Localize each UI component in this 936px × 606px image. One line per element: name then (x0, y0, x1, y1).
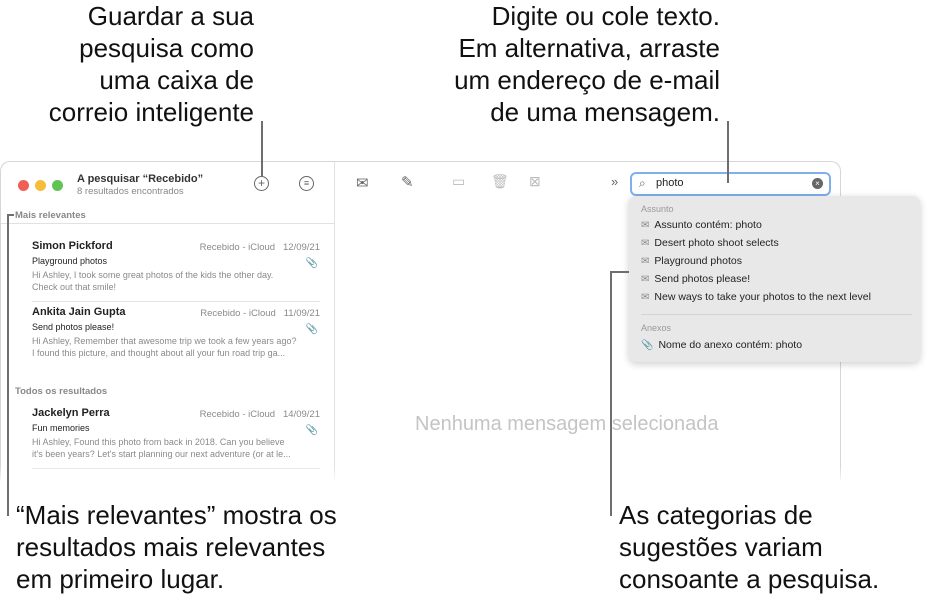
date: 14/09/21 (283, 409, 320, 420)
mailbox: Recebido - iCloud (199, 242, 276, 253)
trash-icon[interactable]: 🗑 (491, 173, 509, 190)
envelope-icon: ✉ (641, 292, 650, 303)
subject: Playground photos (32, 256, 108, 266)
section-top-hits: Mais relevantes (15, 210, 86, 221)
leader-line (610, 271, 629, 273)
suggestion-label: Send photos please! (654, 273, 751, 285)
callout-line: As categorias de (619, 500, 813, 530)
leader-line (7, 214, 14, 216)
suggestion-label: New ways to take your photos to the next… (654, 291, 871, 303)
preview: Hi Ashley, Found this photo from back in… (32, 436, 320, 460)
envelope-icon: ✉ (641, 274, 650, 285)
message-meta: Recebido - iCloud 11/09/21 (200, 308, 320, 319)
section-all-results: Todos os resultados (15, 386, 108, 397)
search-input[interactable]: photo (656, 177, 684, 189)
mailbox: Recebido - iCloud (199, 409, 276, 420)
message-row[interactable]: Simon Pickford Recebido - iCloud 12/09/2… (32, 240, 320, 302)
suggestion-item[interactable]: 📎 Nome do anexo contém: photo (641, 339, 802, 351)
save-smart-mailbox-icon[interactable]: + (254, 176, 269, 191)
message-meta: Recebido - iCloud 12/09/21 (200, 242, 320, 253)
preview-line: it's been years? Let's start planning ou… (32, 449, 291, 459)
search-suggestions-dropdown: Assunto ✉ Assunto contém: photo ✉ Desert p… (629, 196, 920, 362)
suggestion-label: Desert photo shoot selects (654, 237, 779, 249)
callout-top-hits: “Mais relevantes” mostra os resultados m… (16, 499, 337, 595)
results-count: 8 resultados encontrados (77, 186, 184, 197)
preview-line: Check out that smile! (32, 282, 117, 292)
preview-line: Hi Ashley, Found this photo from back in… (32, 437, 285, 447)
no-message-selected: Nenhuma mensagem selecionada (415, 413, 719, 435)
subject: Fun memories (32, 423, 90, 433)
paperclip-icon: 📎 (641, 340, 654, 351)
suggestion-item[interactable]: ✉ Assunto contém: photo (641, 219, 762, 231)
message-row[interactable]: Jackelyn Perra Recebido - iCloud 14/09/2… (32, 407, 320, 469)
zoom-button[interactable] (52, 180, 63, 191)
divider (32, 301, 320, 302)
callout-line: “Mais relevantes” mostra os (16, 500, 337, 530)
leader-line (261, 121, 263, 176)
leader-line (610, 271, 612, 516)
search-icon: ⌕ (639, 176, 646, 190)
minimize-button[interactable] (35, 180, 46, 191)
date: 12/09/21 (283, 242, 320, 253)
window-title: A pesquisar “Recebido” (77, 173, 204, 185)
callout-type-text: Digite ou cole texto. Em alternativa, ar… (454, 0, 720, 128)
compose-icon[interactable]: ✎ (401, 173, 414, 191)
preview: Hi Ashley, Remember that awesome trip we… (32, 335, 320, 359)
suggestion-label: Assunto contém: photo (654, 219, 762, 231)
callout-categories: As categorias de sugestões variam consoa… (619, 499, 879, 595)
suggestion-label: Playground photos (654, 255, 742, 267)
callout-line: consoante a pesquisa. (619, 564, 880, 594)
divider (641, 314, 912, 315)
archive-icon[interactable]: ▭ (452, 173, 465, 190)
callout-line: pesquisa como (79, 33, 254, 63)
mailbox: Recebido - iCloud (200, 308, 276, 319)
envelope-icon: ✉ (641, 238, 650, 249)
callout-save-search: Guardar a sua pesquisa como uma caixa de… (49, 0, 254, 128)
leader-line (727, 121, 729, 183)
suggestion-header-subject: Assunto (641, 204, 674, 214)
divider (1, 223, 335, 224)
search-field[interactable]: ⌕ photo × (630, 172, 831, 196)
callout-line: de uma mensagem. (490, 97, 720, 127)
preview-line: Hi Ashley, I took some great photos of t… (32, 270, 274, 280)
preview-line: I found this picture, and thought about … (32, 348, 286, 358)
date: 11/09/21 (283, 308, 320, 319)
junk-icon[interactable]: ⊠ (529, 173, 541, 190)
suggestion-item[interactable]: ✉ Send photos please! (641, 273, 750, 285)
callout-line: em primeiro lugar. (16, 564, 225, 594)
message-row[interactable]: Ankita Jain Gupta Recebido - iCloud 11/0… (32, 306, 320, 359)
callout-line: correio inteligente (48, 97, 254, 127)
suggestion-item[interactable]: ✉ Playground photos (641, 255, 742, 267)
attachment-icon: 📎 (305, 324, 318, 335)
suggestion-header-attachments: Anexos (641, 323, 672, 333)
envelope-icon: ✉ (641, 220, 650, 231)
message-list-pane: A pesquisar “Recebido” 8 resultados enco… (1, 162, 335, 481)
suggestion-item[interactable]: ✉ New ways to take your photos to the nex… (641, 291, 871, 303)
attachment-icon: 📎 (305, 258, 318, 269)
filter-icon[interactable]: ≡ (299, 176, 314, 191)
message-meta: Recebido - iCloud 14/09/21 (200, 409, 320, 420)
callout-line: resultados mais relevantes (16, 532, 326, 562)
leader-line (7, 214, 9, 516)
callout-line: sugestões variam (619, 532, 823, 562)
envelope-icon: ✉ (641, 256, 650, 267)
callout-line: uma caixa de (99, 65, 254, 95)
suggestion-item[interactable]: ✉ Desert photo shoot selects (641, 237, 779, 249)
window-fade (0, 466, 936, 484)
attachment-icon: 📎 (305, 425, 318, 436)
more-chevron-icon[interactable]: » (611, 174, 618, 189)
subject: Send photos please! (32, 322, 115, 332)
get-mail-icon[interactable]: ✉ (356, 174, 369, 192)
callout-line: Digite ou cole texto. (491, 1, 720, 31)
callout-line: Em alternativa, arraste (458, 33, 720, 63)
preview: Hi Ashley, I took some great photos of t… (32, 269, 320, 293)
preview-line: Hi Ashley, Remember that awesome trip we… (32, 336, 297, 346)
callout-line: um endereço de e-mail (454, 65, 720, 95)
clear-search-icon[interactable]: × (812, 178, 823, 189)
callout-line: Guardar a sua (87, 1, 254, 31)
close-button[interactable] (18, 180, 29, 191)
suggestion-label: Nome do anexo contém: photo (658, 339, 803, 351)
